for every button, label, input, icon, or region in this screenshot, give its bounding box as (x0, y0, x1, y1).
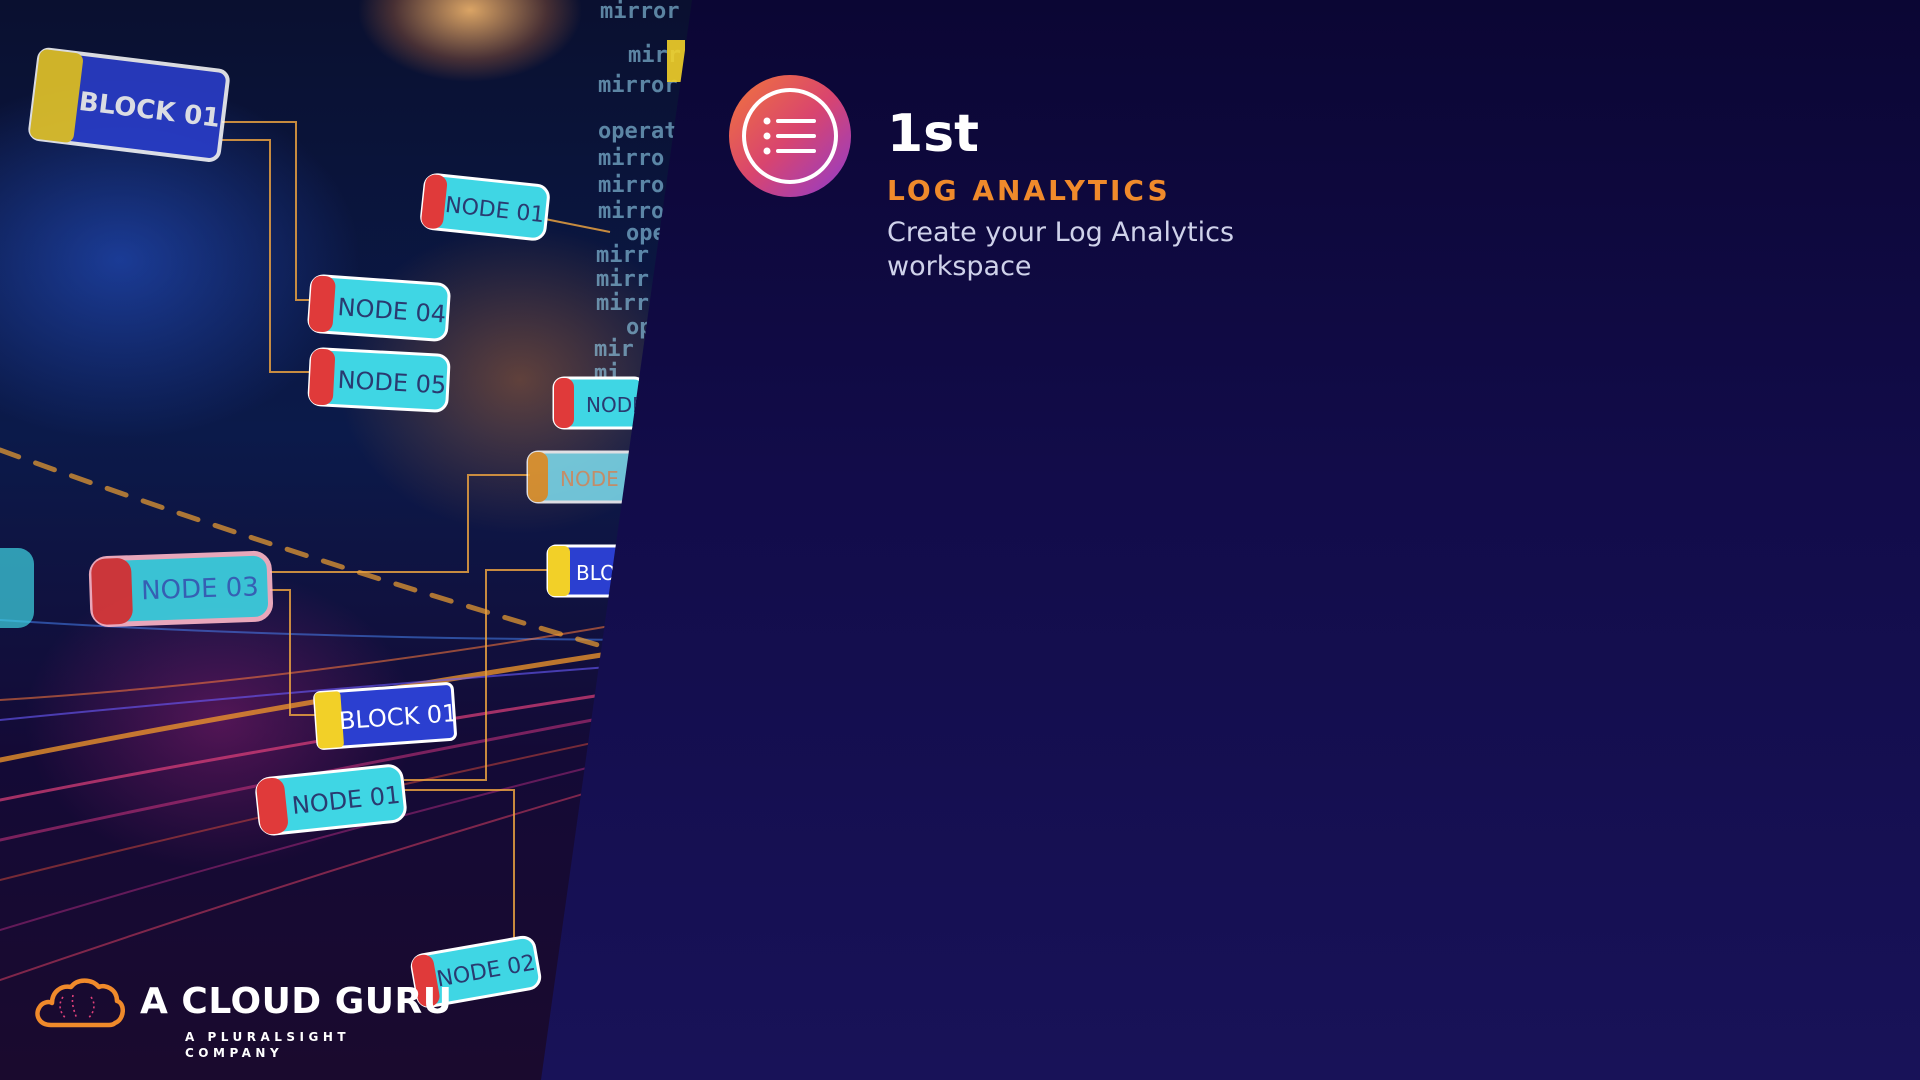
code-fragment: mirror (598, 73, 677, 98)
brand-name: A CLOUD GURU (140, 981, 453, 1022)
slide: mirror mirr mirror operat mirro mirro mi… (0, 0, 1920, 1080)
code-fragment: operat (598, 119, 677, 144)
brand-logo: A CLOUD GURU A PLURALSIGHT COMPANY (33, 975, 453, 1060)
node-label: NODE 05 (307, 347, 451, 413)
code-fragment: mirr (596, 291, 649, 316)
node-label: NODE 01 (420, 173, 550, 241)
step-category: LOG ANALYTICS (887, 174, 1171, 207)
block-label: BLOCK 01 (313, 682, 458, 750)
list-glyph-icon (763, 117, 816, 155)
code-fragment: mirror (600, 0, 679, 24)
node-label: NODE 01 (255, 764, 407, 836)
step-list-icon (729, 75, 851, 197)
code-fragment: mirro (598, 173, 664, 198)
list-icon (742, 88, 838, 184)
step-number: 1st (887, 104, 979, 164)
svg-text:NODE 05: NODE 05 (337, 366, 447, 400)
code-fragment: mirr (596, 267, 649, 292)
block-label: BLOCK 01 (28, 47, 230, 162)
code-fragment: mirro (598, 146, 664, 171)
node-label: NODE 03 (88, 550, 274, 628)
step-description: Create your Log Analytics workspace (887, 217, 1235, 282)
code-fragment: mirr (596, 243, 649, 268)
svg-text:NODE 03: NODE 03 (141, 572, 260, 606)
node-label: NODE 04 (307, 274, 451, 342)
node-label: NODE 0 (526, 450, 640, 504)
cloud-logo-icon (35, 978, 125, 1028)
node-label: NODE (552, 376, 646, 430)
code-fragment: mir (594, 337, 634, 362)
brand-tagline: A PLURALSIGHT COMPANY (185, 1030, 351, 1060)
node-fragment (0, 548, 34, 628)
